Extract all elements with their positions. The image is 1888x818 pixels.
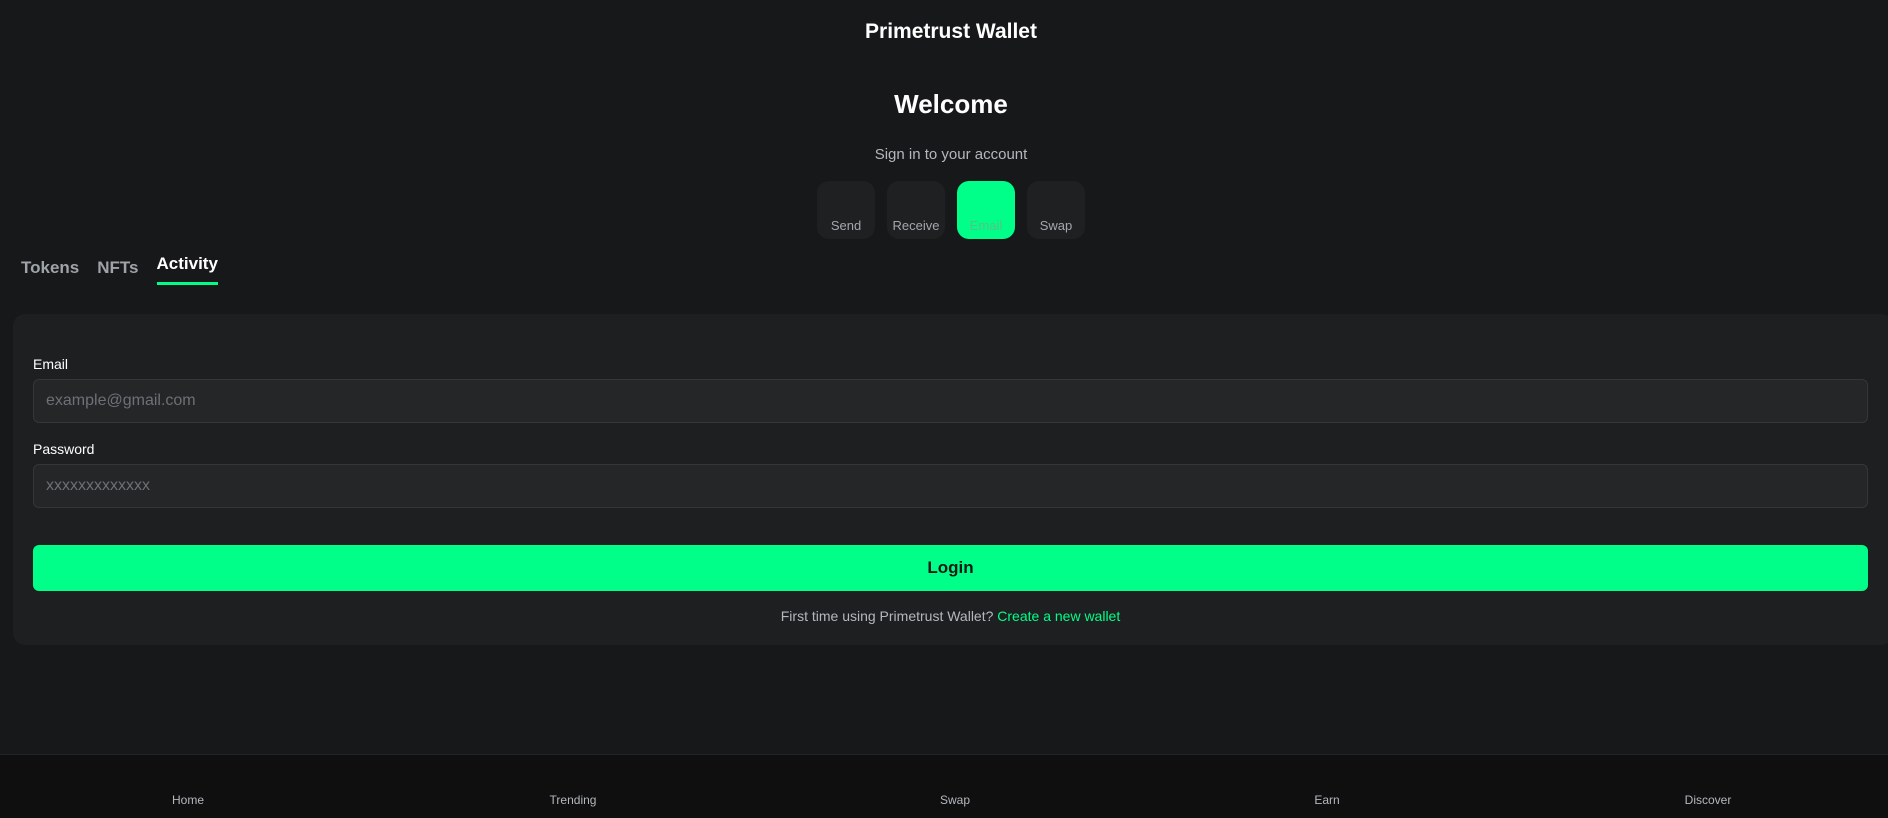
signin-subtitle: Sign in to your account bbox=[874, 146, 1028, 163]
tab-bar: Tokens NFTs Activity bbox=[21, 254, 218, 285]
signup-prompt: First time using Primetrust Wallet? bbox=[780, 608, 994, 624]
create-wallet-link[interactable]: Create a new wallet bbox=[997, 608, 1120, 624]
swap-action-button[interactable]: Swap bbox=[1027, 181, 1085, 239]
bottom-nav: Home Trending Swap Earn Discover bbox=[0, 754, 1888, 818]
tab-activity[interactable]: Activity bbox=[156, 254, 218, 285]
app-title: Primetrust Wallet bbox=[865, 20, 1037, 43]
nav-item-earn[interactable]: Earn bbox=[1314, 793, 1339, 807]
tab-tokens[interactable]: Tokens bbox=[21, 254, 79, 284]
email-field[interactable] bbox=[33, 379, 1868, 423]
nav-item-trending[interactable]: Trending bbox=[550, 793, 597, 807]
login-card: Email Password Login First time using Pr… bbox=[13, 314, 1888, 645]
quick-actions: Send Receive Email Swap bbox=[817, 181, 1085, 239]
send-action-button[interactable]: Send bbox=[817, 181, 875, 239]
password-label: Password bbox=[33, 441, 95, 457]
email-action-button[interactable]: Email bbox=[957, 181, 1015, 239]
login-button[interactable]: Login bbox=[33, 545, 1868, 591]
password-field[interactable] bbox=[33, 464, 1868, 508]
tab-nfts[interactable]: NFTs bbox=[97, 254, 138, 284]
welcome-heading: Welcome bbox=[894, 89, 1008, 119]
login-page: Primetrust Wallet Welcome Sign in to you… bbox=[0, 0, 1888, 818]
signup-row: First time using Primetrust Wallet? Crea… bbox=[13, 608, 1888, 624]
nav-item-swap[interactable]: Swap bbox=[940, 793, 970, 807]
receive-action-button[interactable]: Receive bbox=[887, 181, 945, 239]
nav-item-discover[interactable]: Discover bbox=[1685, 793, 1732, 807]
nav-item-home[interactable]: Home bbox=[172, 793, 204, 807]
email-label: Email bbox=[33, 356, 69, 372]
